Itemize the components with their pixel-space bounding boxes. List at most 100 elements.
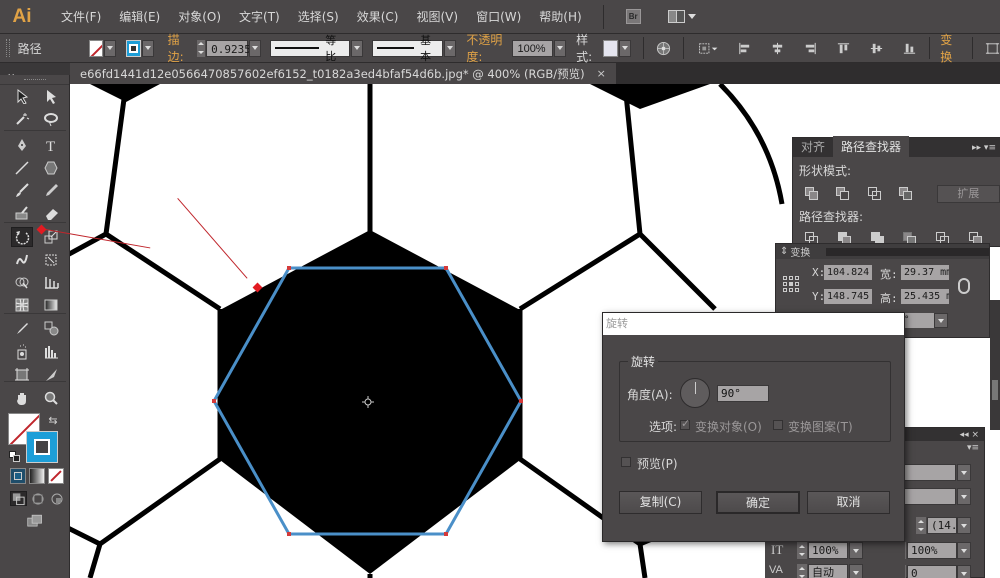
font-style-input[interactable] [904, 488, 956, 505]
free-transform-tool[interactable] [40, 250, 62, 270]
tools-panel-header[interactable]: ◂◂ [0, 63, 70, 80]
stroke-weight-input[interactable]: 0.9235 [206, 39, 251, 57]
brush-definition[interactable]: 基本 [372, 34, 444, 63]
menu-file[interactable]: 文件(F) [52, 8, 110, 25]
character-panel-header[interactable]: ◂◂ × [904, 428, 984, 441]
width-input[interactable]: 29.37 mm [901, 265, 949, 280]
close-tab-icon[interactable]: × [597, 67, 606, 80]
perspective-grid-tool[interactable] [40, 272, 62, 292]
magic-wand-tool[interactable] [11, 109, 33, 129]
font-family-input[interactable] [904, 464, 956, 481]
mesh-tool[interactable] [11, 295, 33, 315]
panel-grip[interactable] [6, 39, 10, 57]
hand-tool[interactable] [11, 388, 33, 408]
shear-dropdown[interactable] [934, 313, 948, 328]
opacity-label[interactable]: 不透明度: [466, 31, 509, 65]
scrollbar-thumb[interactable] [992, 380, 998, 400]
stroke-label[interactable]: 描边: [168, 31, 191, 65]
draw-behind-button[interactable] [29, 491, 46, 506]
swap-fill-stroke-icon[interactable]: ⇆ [46, 413, 60, 427]
arrange-documents-button[interactable] [667, 10, 696, 23]
pen-tool[interactable] [11, 135, 33, 155]
constrain-proportions-icon[interactable] [958, 278, 970, 294]
horizontal-scale-input[interactable]: 100% [907, 542, 957, 559]
stroke-dropdown[interactable] [141, 39, 154, 57]
fill-dropdown[interactable] [104, 39, 117, 57]
zoom-tool[interactable] [40, 388, 62, 408]
align-top-icon[interactable] [836, 40, 851, 56]
ok-button[interactable]: 确定 [716, 491, 800, 514]
selection-tool[interactable] [11, 86, 33, 106]
kerning-stepper[interactable] [797, 564, 807, 578]
stroke-swatch[interactable] [126, 39, 141, 57]
menu-edit[interactable]: 编辑(E) [110, 8, 169, 25]
menu-type[interactable]: 文字(T) [230, 8, 289, 25]
leading-input[interactable]: (14.4 [927, 517, 957, 534]
vertical-scale-dropdown[interactable] [849, 542, 863, 559]
shape-builder-tool[interactable] [11, 272, 33, 292]
menu-view[interactable]: 视图(V) [407, 8, 467, 25]
menu-effect[interactable]: 效果(C) [348, 8, 408, 25]
cancel-button[interactable]: 取消 [807, 491, 890, 514]
transform-objects-checkbox[interactable] [680, 417, 690, 430]
fill-swatch-none[interactable] [88, 39, 104, 57]
leading-stepper[interactable] [916, 517, 926, 534]
align-bottom-icon[interactable] [902, 40, 917, 56]
dialog-title[interactable]: 旋转 [603, 313, 904, 335]
font-family-dropdown[interactable] [957, 464, 971, 481]
align-vertical-center-icon[interactable] [869, 40, 884, 56]
menu-window[interactable]: 窗口(W) [467, 8, 530, 25]
blob-brush-tool[interactable] [11, 203, 33, 223]
align-right-icon[interactable] [803, 40, 818, 56]
style-dropdown[interactable] [618, 39, 631, 57]
gradient-mode-button[interactable] [29, 468, 45, 484]
screen-mode-button[interactable] [24, 512, 46, 530]
direct-selection-tool[interactable] [40, 86, 62, 106]
y-input[interactable]: 148.745 [824, 289, 872, 304]
font-style-dropdown[interactable] [957, 488, 971, 505]
draw-inside-button[interactable] [48, 491, 65, 506]
menu-object[interactable]: 对象(O) [169, 8, 230, 25]
menu-help[interactable]: 帮助(H) [530, 8, 590, 25]
isolate-selected-icon[interactable] [985, 40, 1000, 56]
expand-collapse-icon[interactable]: ⇕ [780, 246, 788, 257]
unite-button[interactable] [805, 187, 818, 201]
menu-select[interactable]: 选择(S) [289, 8, 348, 25]
kerning-input[interactable]: 自动 [808, 564, 848, 578]
lasso-tool[interactable] [40, 109, 62, 129]
tools-grip[interactable] [0, 75, 69, 85]
transform-patterns-checkbox[interactable] [773, 420, 783, 430]
opacity-dropdown[interactable] [554, 39, 567, 57]
draw-normal-button[interactable] [10, 491, 27, 506]
copy-button[interactable]: 复制(C) [619, 491, 702, 514]
document-tab[interactable]: e66fd1441d12e0566470857602ef6152_t0182a3… [70, 63, 616, 84]
tab-pathfinder[interactable]: 路径查找器 [833, 136, 910, 157]
reference-point-grid[interactable] [783, 276, 799, 292]
preview-checkbox[interactable] [621, 457, 631, 467]
graphic-style-swatch[interactable] [603, 39, 618, 57]
variable-width-profile[interactable]: 等比 [270, 34, 351, 63]
intersect-button[interactable] [867, 187, 881, 201]
align-left-icon[interactable] [737, 40, 752, 56]
leading-dropdown[interactable] [957, 517, 971, 534]
angle-dial[interactable] [680, 378, 710, 408]
align-to-selection-icon[interactable] [697, 40, 719, 56]
exclude-button[interactable] [899, 187, 913, 201]
horizontal-scale-dropdown[interactable] [957, 542, 971, 559]
vertical-scale-stepper[interactable] [797, 542, 807, 559]
slice-tool[interactable] [40, 365, 62, 385]
type-tool[interactable]: T [40, 135, 62, 155]
panel-menu-icon[interactable]: ▾≡ [904, 441, 984, 455]
eraser-tool[interactable] [40, 203, 62, 223]
eyedropper-tool[interactable] [11, 318, 33, 338]
opacity-input[interactable]: 100% [512, 39, 554, 57]
panel-scrollbar[interactable] [990, 300, 1000, 430]
blend-tool[interactable] [40, 318, 62, 338]
align-horizontal-center-icon[interactable] [770, 40, 785, 56]
paintbrush-tool[interactable] [11, 180, 33, 200]
artboard-tool[interactable] [11, 365, 33, 385]
angle-input[interactable]: 90° [717, 385, 769, 402]
tracking-input[interactable]: 0 [907, 565, 957, 578]
kerning-dropdown[interactable] [849, 564, 863, 578]
default-fill-stroke-icon[interactable] [9, 451, 21, 463]
